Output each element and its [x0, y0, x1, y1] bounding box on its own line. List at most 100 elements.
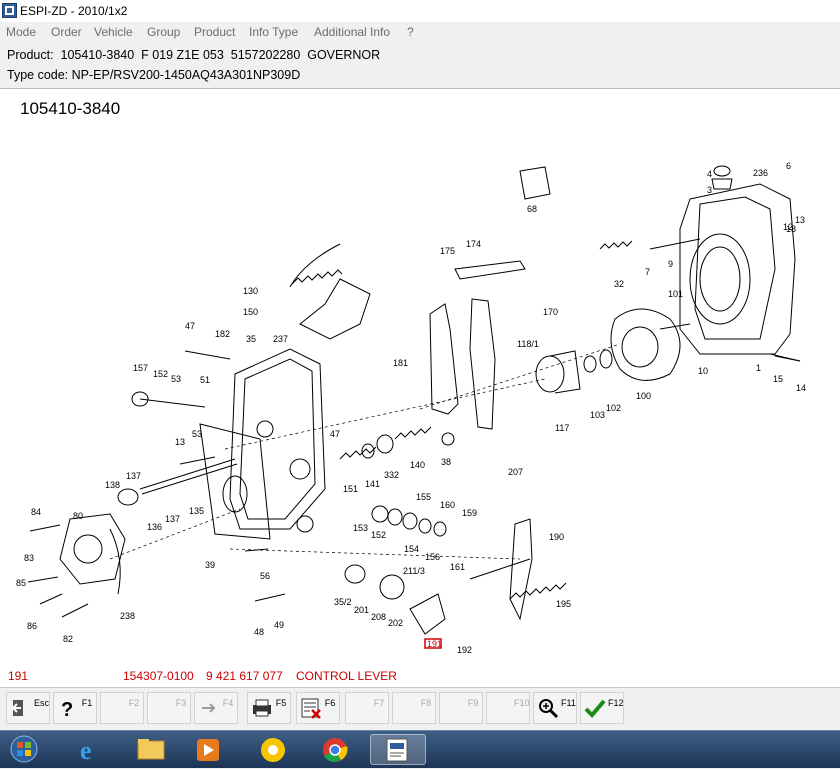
label-190[interactable]: 190 [549, 532, 564, 542]
menu-group[interactable]: Group [147, 25, 180, 39]
label-191[interactable]: 191 [427, 639, 442, 649]
label-207[interactable]: 207 [508, 467, 523, 477]
label-56[interactable]: 56 [260, 571, 270, 581]
taskbar-ie[interactable]: e [64, 734, 118, 765]
label-140[interactable]: 140 [410, 460, 425, 470]
label-202[interactable]: 202 [388, 618, 403, 628]
label-4[interactable]: 4 [707, 169, 712, 179]
label-12[interactable]: 12 [783, 222, 793, 232]
label-159[interactable]: 159 [462, 508, 477, 518]
taskbar-espi-app[interactable] [370, 734, 426, 765]
label-118-1[interactable]: 118/1 [517, 339, 539, 349]
label-68[interactable]: 68 [527, 204, 537, 214]
f12-button[interactable]: F12 [580, 692, 624, 724]
label-236[interactable]: 236 [753, 168, 768, 178]
label-9[interactable]: 9 [668, 259, 673, 269]
f11-button[interactable]: F11 [533, 692, 577, 724]
label-80[interactable]: 80 [73, 511, 83, 521]
label-152-b[interactable]: 152 [371, 530, 386, 540]
label-47-b[interactable]: 47 [330, 429, 340, 439]
label-150[interactable]: 150 [243, 307, 258, 317]
label-14[interactable]: 14 [796, 383, 806, 393]
label-85[interactable]: 85 [16, 578, 26, 588]
f4-button[interactable]: F4 [194, 692, 238, 724]
label-152[interactable]: 152 [153, 369, 168, 379]
label-137-b[interactable]: 137 [165, 514, 180, 524]
label-13-b[interactable]: 13 [175, 437, 185, 447]
menu-product[interactable]: Product [194, 25, 235, 39]
menu-order[interactable]: Order [51, 25, 82, 39]
label-102[interactable]: 102 [606, 403, 621, 413]
label-1[interactable]: 1 [756, 363, 761, 373]
label-53[interactable]: 53 [171, 374, 181, 384]
label-130[interactable]: 130 [243, 286, 258, 296]
taskbar-explorer[interactable] [124, 734, 178, 765]
label-157[interactable]: 157 [133, 363, 148, 373]
f10-button[interactable]: F10 [486, 692, 530, 724]
f6-button[interactable]: F6 [296, 692, 340, 724]
f1-button[interactable]: ? F1 [53, 692, 97, 724]
label-181[interactable]: 181 [393, 358, 408, 368]
taskbar-chrome-alt[interactable] [246, 734, 300, 765]
taskbar-media[interactable] [182, 734, 236, 765]
label-35[interactable]: 35 [246, 334, 256, 344]
label-82[interactable]: 82 [63, 634, 73, 644]
label-155[interactable]: 155 [416, 492, 431, 502]
label-141[interactable]: 141 [365, 479, 380, 489]
f5-button[interactable]: F5 [247, 692, 291, 724]
label-3[interactable]: 3 [707, 185, 712, 195]
label-175[interactable]: 175 [440, 246, 455, 256]
menu-info-type[interactable]: Info Type [249, 25, 298, 39]
label-170[interactable]: 170 [543, 307, 558, 317]
label-13[interactable]: 13 [795, 215, 805, 225]
label-32[interactable]: 32 [614, 279, 624, 289]
label-35-2[interactable]: 35/2 [334, 597, 352, 607]
f3-button[interactable]: F3 [147, 692, 191, 724]
label-161[interactable]: 161 [450, 562, 465, 572]
label-100[interactable]: 100 [636, 391, 651, 401]
label-48[interactable]: 48 [254, 627, 264, 637]
label-38[interactable]: 38 [441, 457, 451, 467]
label-153[interactable]: 153 [353, 523, 368, 533]
label-160[interactable]: 160 [440, 500, 455, 510]
label-101[interactable]: 101 [668, 289, 683, 299]
label-53-b[interactable]: 53 [192, 429, 202, 439]
exploded-view-drawing[interactable]: 105410-3840 4 3 236 6 68 175 174 18 13 1… [0, 88, 840, 667]
f7-button[interactable]: F7 [345, 692, 389, 724]
label-138[interactable]: 138 [105, 480, 120, 490]
label-83[interactable]: 83 [24, 553, 34, 563]
label-182[interactable]: 182 [215, 329, 230, 339]
label-238[interactable]: 238 [120, 611, 135, 621]
menu-help[interactable]: ? [407, 25, 414, 39]
taskbar-chrome[interactable] [308, 734, 362, 765]
label-156[interactable]: 156 [425, 552, 440, 562]
menu-vehicle[interactable]: Vehicle [94, 25, 133, 39]
label-39[interactable]: 39 [205, 560, 215, 570]
label-86[interactable]: 86 [27, 621, 37, 631]
menu-mode[interactable]: Mode [6, 25, 36, 39]
label-15[interactable]: 15 [773, 374, 783, 384]
label-195[interactable]: 195 [556, 599, 571, 609]
label-117[interactable]: 117 [555, 423, 569, 433]
label-84[interactable]: 84 [31, 507, 41, 517]
label-135[interactable]: 135 [189, 506, 204, 516]
label-103[interactable]: 103 [590, 410, 605, 420]
label-192[interactable]: 192 [457, 645, 472, 655]
label-174[interactable]: 174 [466, 239, 481, 249]
start-button[interactable] [6, 734, 46, 765]
menu-additional-info[interactable]: Additional Info [314, 25, 390, 39]
selected-part-row[interactable]: 191 154307-0100 9 421 617 077 CONTROL LE… [0, 666, 840, 688]
label-332[interactable]: 332 [384, 470, 399, 480]
label-208[interactable]: 208 [371, 612, 386, 622]
label-51[interactable]: 51 [200, 375, 210, 385]
label-201[interactable]: 201 [354, 605, 369, 615]
label-6[interactable]: 6 [786, 161, 791, 171]
label-137[interactable]: 137 [126, 471, 141, 481]
label-237[interactable]: 237 [273, 334, 288, 344]
label-154[interactable]: 154 [404, 544, 419, 554]
label-151[interactable]: 151 [343, 484, 358, 494]
label-49[interactable]: 49 [274, 620, 284, 630]
f2-button[interactable]: F2 [100, 692, 144, 724]
label-136[interactable]: 136 [147, 522, 162, 532]
f8-button[interactable]: F8 [392, 692, 436, 724]
